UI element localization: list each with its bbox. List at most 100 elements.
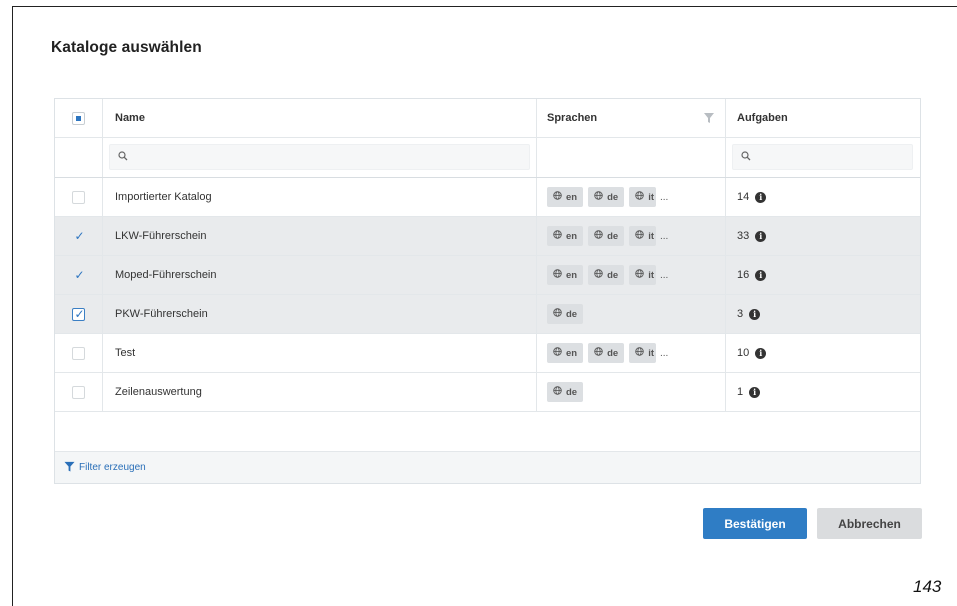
globe-icon bbox=[635, 230, 648, 242]
info-icon[interactable]: i bbox=[755, 269, 767, 281]
create-filter-link[interactable]: Filter erzeugen bbox=[79, 462, 146, 473]
row-checkbox[interactable]: ✓ bbox=[72, 306, 85, 321]
task-count: 3 bbox=[737, 308, 744, 320]
search-icon bbox=[741, 148, 751, 166]
more-languages-indicator: ... bbox=[660, 269, 669, 281]
catalog-name: Zeilenauswertung bbox=[103, 373, 537, 411]
globe-icon bbox=[594, 230, 607, 242]
row-checkbox[interactable] bbox=[72, 385, 85, 399]
language-chip: it bbox=[629, 343, 656, 363]
language-code: de bbox=[607, 230, 619, 242]
language-chip: en bbox=[547, 343, 584, 363]
language-code: de bbox=[566, 386, 578, 398]
language-chip: de bbox=[588, 265, 625, 285]
language-code: en bbox=[566, 269, 578, 281]
tasks-cell: 10 i bbox=[726, 334, 920, 372]
language-chip: de bbox=[547, 304, 584, 324]
table-row[interactable]: ✓ Moped-Führerschein en de it... 16 i bbox=[55, 256, 920, 295]
info-icon[interactable]: i bbox=[755, 230, 767, 242]
column-header-languages[interactable]: Sprachen bbox=[547, 112, 597, 124]
filter-row bbox=[55, 138, 920, 178]
language-code: en bbox=[566, 191, 578, 203]
globe-icon bbox=[635, 347, 648, 359]
row-checkbox[interactable] bbox=[72, 190, 85, 204]
globe-icon bbox=[553, 347, 566, 359]
name-search-input[interactable] bbox=[109, 144, 530, 170]
languages-cell: de bbox=[537, 373, 726, 411]
language-code: it bbox=[648, 191, 654, 203]
language-chip: de bbox=[547, 382, 584, 402]
catalog-table: Name Sprachen Aufgaben Importierter Kata… bbox=[54, 98, 921, 484]
language-code: en bbox=[566, 347, 578, 359]
globe-icon bbox=[635, 191, 648, 203]
language-chip: it bbox=[629, 226, 656, 246]
globe-icon bbox=[594, 191, 607, 203]
info-icon[interactable]: i bbox=[749, 308, 761, 320]
catalog-name: Moped-Führerschein bbox=[103, 256, 537, 294]
checkmark-icon: ✓ bbox=[74, 228, 85, 243]
languages-cell: en de it... bbox=[537, 178, 726, 216]
info-icon[interactable]: i bbox=[755, 191, 767, 203]
language-code: it bbox=[648, 269, 654, 281]
filter-icon[interactable] bbox=[64, 459, 75, 477]
select-all-cell bbox=[55, 99, 103, 137]
search-icon bbox=[118, 148, 128, 166]
language-chip: en bbox=[547, 265, 584, 285]
language-chip: it bbox=[629, 265, 656, 285]
dialog-title: Kataloge auswählen bbox=[51, 39, 202, 56]
row-checkbox[interactable] bbox=[72, 346, 85, 360]
row-checkbox[interactable]: ✓ bbox=[72, 267, 85, 282]
language-code: en bbox=[566, 230, 578, 242]
column-header-name[interactable]: Name bbox=[115, 112, 145, 124]
task-count: 14 bbox=[737, 191, 750, 203]
table-row[interactable]: ✓ LKW-Führerschein en de it... 33 i bbox=[55, 217, 920, 256]
language-chip: de bbox=[588, 343, 625, 363]
checkmark-icon: ✓ bbox=[74, 267, 85, 282]
select-all-checkbox[interactable] bbox=[72, 111, 85, 125]
table-footer: Filter erzeugen bbox=[55, 451, 920, 483]
globe-icon bbox=[553, 269, 566, 281]
globe-icon bbox=[553, 191, 566, 203]
globe-icon bbox=[553, 386, 566, 398]
more-languages-indicator: ... bbox=[660, 347, 669, 359]
confirm-button[interactable]: Bestätigen bbox=[703, 508, 807, 539]
task-count: 16 bbox=[737, 269, 750, 281]
language-code: de bbox=[566, 308, 578, 320]
languages-cell: de bbox=[537, 295, 726, 333]
language-code: de bbox=[607, 269, 619, 281]
table-row[interactable]: Zeilenauswertung de 1 i bbox=[55, 373, 920, 412]
language-code: de bbox=[607, 347, 619, 359]
language-code: it bbox=[648, 230, 654, 242]
row-checkbox[interactable]: ✓ bbox=[72, 228, 85, 243]
tasks-cell: 3i bbox=[726, 295, 920, 333]
more-languages-indicator: ... bbox=[660, 230, 669, 242]
column-filter-icon[interactable] bbox=[703, 111, 715, 129]
column-header-tasks[interactable]: Aufgaben bbox=[737, 112, 788, 124]
language-code: de bbox=[607, 191, 619, 203]
tasks-search-input[interactable] bbox=[732, 144, 913, 170]
language-chip: it bbox=[629, 187, 656, 207]
table-row[interactable]: Importierter Katalog en de it... 14 i bbox=[55, 178, 920, 217]
info-icon[interactable]: i bbox=[755, 347, 767, 359]
globe-icon bbox=[594, 347, 607, 359]
table-row[interactable]: Test en de it... 10 i bbox=[55, 334, 920, 373]
table-header: Name Sprachen Aufgaben bbox=[55, 99, 920, 138]
tasks-cell: 1i bbox=[726, 373, 920, 411]
info-icon[interactable]: i bbox=[749, 386, 761, 398]
task-count: 10 bbox=[737, 347, 750, 359]
globe-icon bbox=[635, 269, 648, 281]
catalog-name: Importierter Katalog bbox=[103, 178, 537, 216]
language-chip: en bbox=[547, 226, 584, 246]
page-number: 143 bbox=[913, 577, 942, 596]
task-count: 33 bbox=[737, 230, 750, 242]
catalog-name: LKW-Führerschein bbox=[103, 217, 537, 255]
tasks-cell: 33 i bbox=[726, 217, 920, 255]
language-chip: de bbox=[588, 226, 625, 246]
languages-cell: en de it... bbox=[537, 217, 726, 255]
tasks-cell: 14 i bbox=[726, 178, 920, 216]
table-row[interactable]: ✓ PKW-Führerschein de 3 i bbox=[55, 295, 920, 334]
checkmark-icon: ✓ bbox=[74, 306, 85, 321]
language-code: it bbox=[648, 347, 654, 359]
catalog-name: Test bbox=[103, 334, 537, 372]
cancel-button[interactable]: Abbrechen bbox=[817, 508, 922, 539]
